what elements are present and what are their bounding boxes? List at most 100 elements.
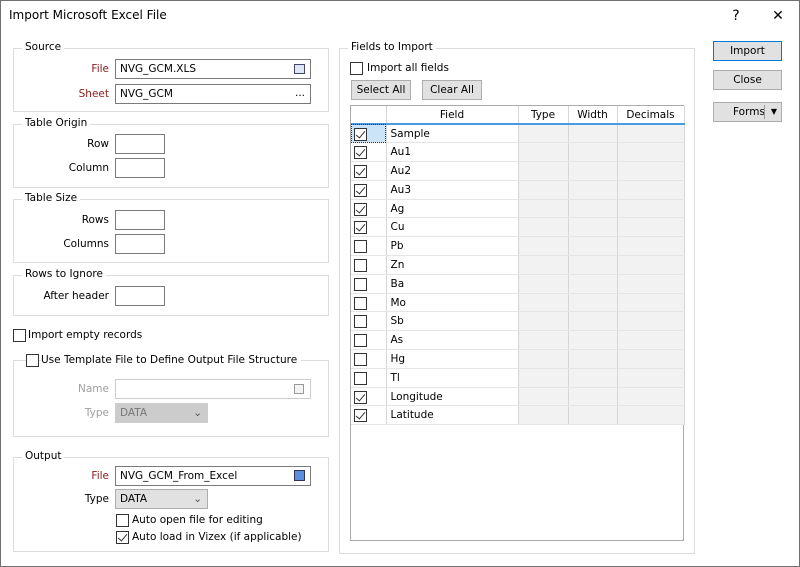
type-cell[interactable]	[518, 349, 569, 369]
header-decimals[interactable]: Decimals	[617, 106, 685, 125]
sheet-browse-button[interactable]: ...	[295, 86, 305, 100]
decimals-cell[interactable]	[617, 349, 685, 369]
origin-column-input[interactable]	[115, 158, 165, 178]
table-row[interactable]: Ba	[351, 274, 685, 294]
type-cell[interactable]	[518, 236, 569, 257]
width-cell[interactable]	[568, 236, 618, 257]
decimals-cell[interactable]	[617, 274, 685, 294]
origin-row-input[interactable]	[115, 134, 165, 154]
type-cell[interactable]	[518, 274, 569, 294]
type-cell[interactable]	[518, 368, 569, 388]
table-row[interactable]: Latitude	[351, 405, 685, 426]
width-cell[interactable]	[568, 368, 618, 388]
field-checkbox[interactable]	[354, 165, 367, 179]
type-cell[interactable]	[518, 387, 569, 407]
table-row[interactable]: As	[351, 330, 685, 351]
width-cell[interactable]	[568, 255, 618, 275]
width-cell[interactable]	[568, 387, 618, 407]
decimals-cell[interactable]	[617, 387, 685, 407]
field-checkbox[interactable]	[354, 259, 367, 273]
row-check-cell[interactable]	[351, 217, 387, 238]
table-row[interactable]: Sample	[351, 124, 685, 144]
field-checkbox[interactable]	[354, 128, 367, 141]
help-button[interactable]: ?	[723, 5, 749, 27]
row-check-cell[interactable]	[351, 142, 387, 163]
import-button[interactable]: Import	[713, 41, 782, 61]
width-cell[interactable]	[568, 311, 618, 332]
table-row[interactable]: Tl	[351, 368, 685, 388]
import-all-checkbox[interactable]	[350, 62, 363, 75]
source-file-input[interactable]: NVG_GCM.XLS	[115, 59, 311, 79]
table-row[interactable]: Cu	[351, 217, 685, 238]
width-cell[interactable]	[568, 330, 618, 351]
decimals-cell[interactable]	[617, 236, 685, 257]
table-row[interactable]: Sb	[351, 311, 685, 332]
size-rows-input[interactable]	[115, 210, 165, 230]
source-sheet-input[interactable]: NVG_GCM...	[115, 84, 311, 104]
browse-template-icon[interactable]	[294, 384, 304, 394]
template-type-select[interactable]: DATA ⌄	[115, 403, 208, 423]
field-checkbox[interactable]	[354, 390, 367, 404]
field-checkbox[interactable]	[354, 315, 367, 329]
field-checkbox[interactable]	[354, 296, 367, 310]
decimals-cell[interactable]	[617, 311, 685, 332]
type-cell[interactable]	[518, 311, 569, 332]
width-cell[interactable]	[568, 142, 618, 163]
table-row[interactable]: Pb	[351, 236, 685, 257]
type-cell[interactable]	[518, 293, 569, 313]
row-check-cell[interactable]	[351, 255, 387, 275]
width-cell[interactable]	[568, 161, 618, 181]
type-cell[interactable]	[518, 330, 569, 351]
template-name-input[interactable]	[115, 379, 311, 399]
auto-load-checkbox[interactable]	[116, 531, 129, 544]
table-row[interactable]: Longitude	[351, 387, 685, 407]
field-checkbox[interactable]	[354, 202, 367, 216]
field-checkbox[interactable]	[354, 146, 367, 160]
field-checkbox[interactable]	[354, 334, 367, 348]
table-row[interactable]: Au3	[351, 180, 685, 200]
header-type[interactable]: Type	[518, 106, 569, 125]
table-row[interactable]: Au2	[351, 161, 685, 181]
decimals-cell[interactable]	[617, 124, 685, 144]
output-type-select[interactable]: DATA ⌄	[115, 489, 208, 509]
table-row[interactable]: Mo	[351, 293, 685, 313]
forms-button[interactable]: Forms ▼	[713, 102, 782, 122]
row-check-cell[interactable]	[351, 180, 387, 200]
table-row[interactable]: Au1	[351, 142, 685, 163]
close-window-button[interactable]: ✕	[765, 5, 791, 27]
browse-file-icon[interactable]	[294, 64, 305, 74]
decimals-cell[interactable]	[617, 180, 685, 200]
row-check-cell[interactable]	[351, 387, 387, 407]
output-file-browse-icon[interactable]	[294, 470, 305, 481]
row-check-cell[interactable]	[351, 405, 387, 426]
width-cell[interactable]	[568, 405, 618, 426]
use-template-checkbox[interactable]	[26, 354, 39, 367]
field-checkbox[interactable]	[354, 409, 367, 423]
type-cell[interactable]	[518, 217, 569, 238]
dropdown-arrow-icon[interactable]: ▼	[771, 103, 777, 121]
decimals-cell[interactable]	[617, 293, 685, 313]
import-empty-checkbox[interactable]	[13, 329, 26, 342]
type-cell[interactable]	[518, 405, 569, 426]
auto-open-checkbox[interactable]	[116, 514, 129, 527]
width-cell[interactable]	[568, 180, 618, 200]
decimals-cell[interactable]	[617, 330, 685, 351]
size-columns-input[interactable]	[115, 234, 165, 254]
decimals-cell[interactable]	[617, 199, 685, 219]
header-field[interactable]: Field	[386, 106, 519, 125]
type-cell[interactable]	[518, 161, 569, 181]
field-checkbox[interactable]	[354, 371, 367, 385]
row-check-cell[interactable]	[351, 349, 387, 369]
clear-all-button[interactable]: Clear All	[422, 80, 482, 100]
close-button[interactable]: Close	[713, 70, 782, 90]
type-cell[interactable]	[518, 180, 569, 200]
decimals-cell[interactable]	[617, 217, 685, 238]
field-checkbox[interactable]	[354, 183, 367, 197]
width-cell[interactable]	[568, 124, 618, 144]
width-cell[interactable]	[568, 274, 618, 294]
type-cell[interactable]	[518, 199, 569, 219]
width-cell[interactable]	[568, 293, 618, 313]
decimals-cell[interactable]	[617, 368, 685, 388]
after-header-input[interactable]	[115, 286, 165, 306]
field-checkbox[interactable]	[354, 240, 367, 254]
